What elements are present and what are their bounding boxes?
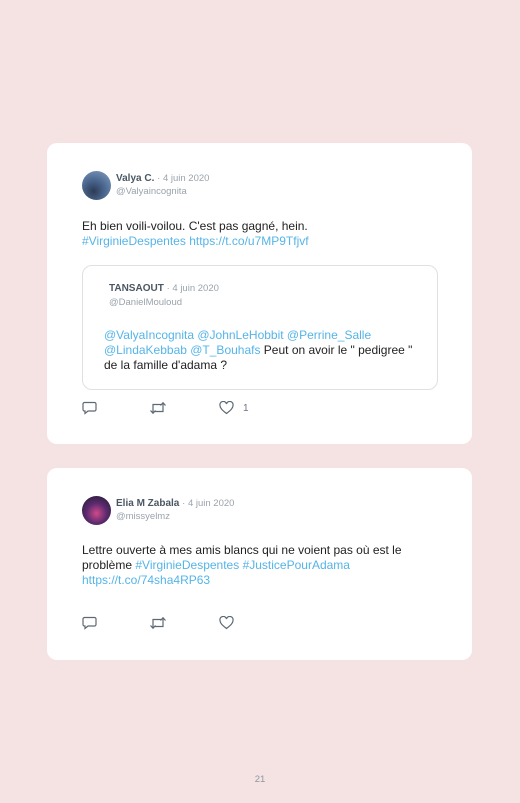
like-icon [219, 616, 234, 630]
like-count: 1 [243, 402, 249, 414]
quote-author-handle[interactable]: @DanielMouloud [109, 297, 182, 308]
retweet-icon [150, 401, 166, 415]
tweet-header: Valya C. · 4 juin 2020 [116, 173, 209, 184]
reply-icon [82, 616, 97, 630]
hashtag-link[interactable]: #JusticePourAdama [243, 558, 350, 572]
url-link[interactable]: https://t.co/u7MP9Tfjvf [189, 234, 308, 248]
author-name[interactable]: Valya C. [116, 173, 154, 184]
author-handle[interactable]: @missyelmz [116, 511, 170, 522]
avatar[interactable] [82, 171, 111, 200]
tweet-text: Lettre ouverte à mes amis blancs qui ne … [82, 543, 447, 588]
hashtag-link[interactable]: #VirginieDespentes [135, 558, 239, 572]
hashtag-link[interactable]: #VirginieDespentes [82, 234, 186, 248]
page-number: 21 [254, 774, 266, 785]
reply-icon [82, 401, 97, 415]
tweet-date: · 4 juin 2020 [157, 173, 210, 184]
author-handle[interactable]: @Valyaincognita [116, 186, 187, 197]
tweet-actions: 1 [82, 400, 282, 416]
quoted-tweet[interactable]: TANSAOUT · 4 juin 2020 @DanielMouloud @V… [82, 265, 438, 390]
reply-button[interactable] [82, 615, 97, 631]
tweet-body: Eh bien voili-voilou. C'est pas gagné, h… [82, 219, 308, 233]
tweet-text: Eh bien voili-voilou. C'est pas gagné, h… [82, 219, 442, 249]
like-button[interactable] [219, 615, 243, 631]
url-link[interactable]: https://t.co/74sha4RP63 [82, 573, 210, 587]
retweet-button[interactable] [149, 615, 167, 631]
like-icon [219, 401, 234, 415]
tweet-card[interactable]: Elia M Zabala · 4 juin 2020 @missyelmz L… [47, 468, 472, 660]
avatar[interactable] [82, 496, 111, 525]
retweet-icon [150, 616, 166, 630]
tweet-card[interactable]: Valya C. · 4 juin 2020 @Valyaincognita E… [47, 143, 472, 444]
quote-header: TANSAOUT · 4 juin 2020 [109, 283, 219, 294]
tweet-date: · 4 juin 2020 [182, 498, 235, 509]
author-name[interactable]: Elia M Zabala [116, 498, 179, 509]
quote-text: @ValyaIncognita @JohnLeHobbit @Perrine_S… [104, 328, 424, 373]
like-button[interactable]: 1 [219, 400, 249, 416]
tweet-actions [82, 615, 282, 631]
quote-author-name[interactable]: TANSAOUT [109, 283, 164, 294]
reply-button[interactable] [82, 400, 97, 416]
retweet-button[interactable] [149, 400, 167, 416]
quote-date: · 4 juin 2020 [166, 283, 219, 294]
tweet-header: Elia M Zabala · 4 juin 2020 [116, 498, 234, 509]
